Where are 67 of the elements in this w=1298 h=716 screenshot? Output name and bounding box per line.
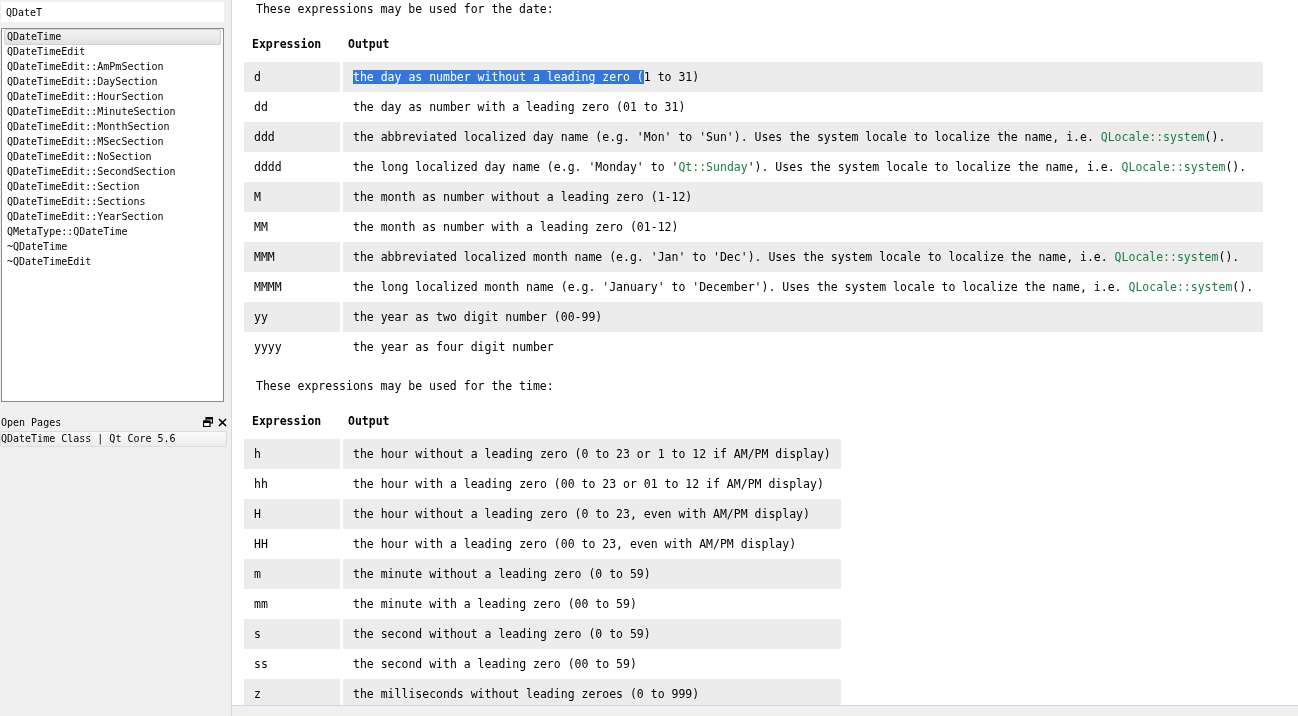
expression-cell: MMM	[244, 242, 340, 272]
output-text: the long localized month name (e.g. 'January' to 'December'). Uses the system locale to localize the name, i.e.	[353, 280, 1123, 294]
index-item[interactable]: QDateTimeEdit::MinuteSection	[4, 104, 221, 120]
output-text: the day as number with a leading zero (01 to 31)	[353, 100, 686, 114]
index-item[interactable]: QDateTimeEdit::DaySection	[4, 74, 221, 90]
expression-cell: d	[244, 62, 340, 92]
output-text: the year as four digit number	[353, 340, 554, 354]
output-text: the minute with a leading zero (00 to 59)	[353, 597, 637, 611]
output-text: the minute without a leading zero (0 to 59)	[353, 567, 651, 581]
index-item[interactable]: QDateTimeEdit::MonthSection	[4, 119, 221, 135]
expression-cell: yy	[244, 302, 340, 332]
expression-cell: h	[244, 439, 340, 469]
index-item[interactable]: QDateTime	[4, 29, 221, 45]
column-header: Output	[347, 36, 391, 53]
output-text: 1 to 31)	[643, 70, 700, 84]
index-item[interactable]: QDateTimeEdit::Section	[4, 179, 221, 195]
expression-cell: m	[244, 559, 340, 589]
search-field[interactable]: QDateT	[1, 2, 224, 22]
expression-cell: ddd	[244, 122, 340, 152]
column-header: Output	[347, 413, 391, 430]
index-item[interactable]: ~QDateTime	[4, 239, 221, 255]
output-text: the second without a leading zero (0 to 59)	[353, 627, 651, 641]
selected-text: the day as number without a leading zero (	[353, 70, 644, 84]
output-text: ().	[1225, 160, 1247, 174]
index-item[interactable]: QDateTimeEdit::SecondSection	[4, 164, 221, 180]
output-text: the hour with a leading zero (00 to 23 or 01 to 12 if AM/PM display)	[353, 477, 824, 491]
column-header: Expression	[251, 413, 323, 430]
link[interactable]: QLocale::system	[1128, 280, 1233, 294]
section-intro: These expressions may be used for the time:	[256, 378, 555, 394]
output-text: the abbreviated localized day name (e.g. 'Mon' to 'Sun'). Uses the system locale to localize the name, i.e.	[353, 130, 1095, 144]
output-text: the milliseconds without leading zeroes (0 to 999)	[353, 687, 700, 701]
index-item[interactable]: QDateTimeEdit::MSecSection	[4, 134, 221, 150]
output-text: the hour with a leading zero (00 to 23, even with AM/PM display)	[353, 537, 797, 551]
output-text: the second with a leading zero (00 to 59)	[353, 657, 637, 671]
output-text: the month as number without a leading zero (1-12)	[353, 190, 693, 204]
open-page-item[interactable]: QDateTime Class | Qt Core 5.6	[0, 431, 227, 447]
float-icon[interactable]	[203, 417, 213, 427]
section-intro: These expressions may be used for the date:	[256, 1, 555, 17]
expression-cell: z	[244, 679, 340, 705]
index-item[interactable]: QDateTimeEdit::Sections	[4, 194, 221, 210]
index-item[interactable]: QDateTimeEdit	[4, 44, 221, 60]
expression-cell: s	[244, 619, 340, 649]
index-item[interactable]: QDateTimeEdit::AmPmSection	[4, 59, 221, 75]
link[interactable]: Qt::Sunday	[678, 160, 748, 174]
index-item[interactable]: QDateTimeEdit::NoSection	[4, 149, 221, 165]
link[interactable]: QLocale::system	[1114, 250, 1219, 264]
index-item[interactable]: QDateTimeEdit::YearSection	[4, 209, 221, 225]
column-header: Expression	[251, 36, 323, 53]
output-text: ().	[1232, 280, 1254, 294]
output-text: '). Uses the system locale to localize the name, i.e.	[747, 160, 1116, 174]
output-text: the month as number with a leading zero (01-12)	[353, 220, 679, 234]
panel-title: Open Pages	[1, 416, 62, 428]
expression-cell: M	[244, 182, 340, 212]
index-item[interactable]: QMetaType::QDateTime	[4, 224, 221, 240]
link[interactable]: QLocale::system	[1100, 130, 1205, 144]
output-text: the abbreviated localized month name (e.g. 'Jan' to 'Dec'). Uses the system locale to localize the name, i.e.	[353, 250, 1109, 264]
link[interactable]: QLocale::system	[1121, 160, 1226, 174]
index-item[interactable]: ~QDateTimeEdit	[4, 254, 221, 270]
expression-cell: H	[244, 499, 340, 529]
output-text: the long localized day name (e.g. 'Monday' to '	[353, 160, 679, 174]
close-icon[interactable]	[218, 417, 227, 427]
output-text: the hour without a leading zero (0 to 23, even with AM/PM display)	[353, 507, 810, 521]
output-text: ().	[1204, 130, 1226, 144]
index-item[interactable]: QDateTimeEdit::HourSection	[4, 89, 221, 105]
output-text: the year as two digit number (00-99)	[353, 310, 603, 324]
output-text: the hour without a leading zero (0 to 23 or 1 to 12 if AM/PM display)	[353, 447, 831, 461]
output-text: ().	[1218, 250, 1240, 264]
